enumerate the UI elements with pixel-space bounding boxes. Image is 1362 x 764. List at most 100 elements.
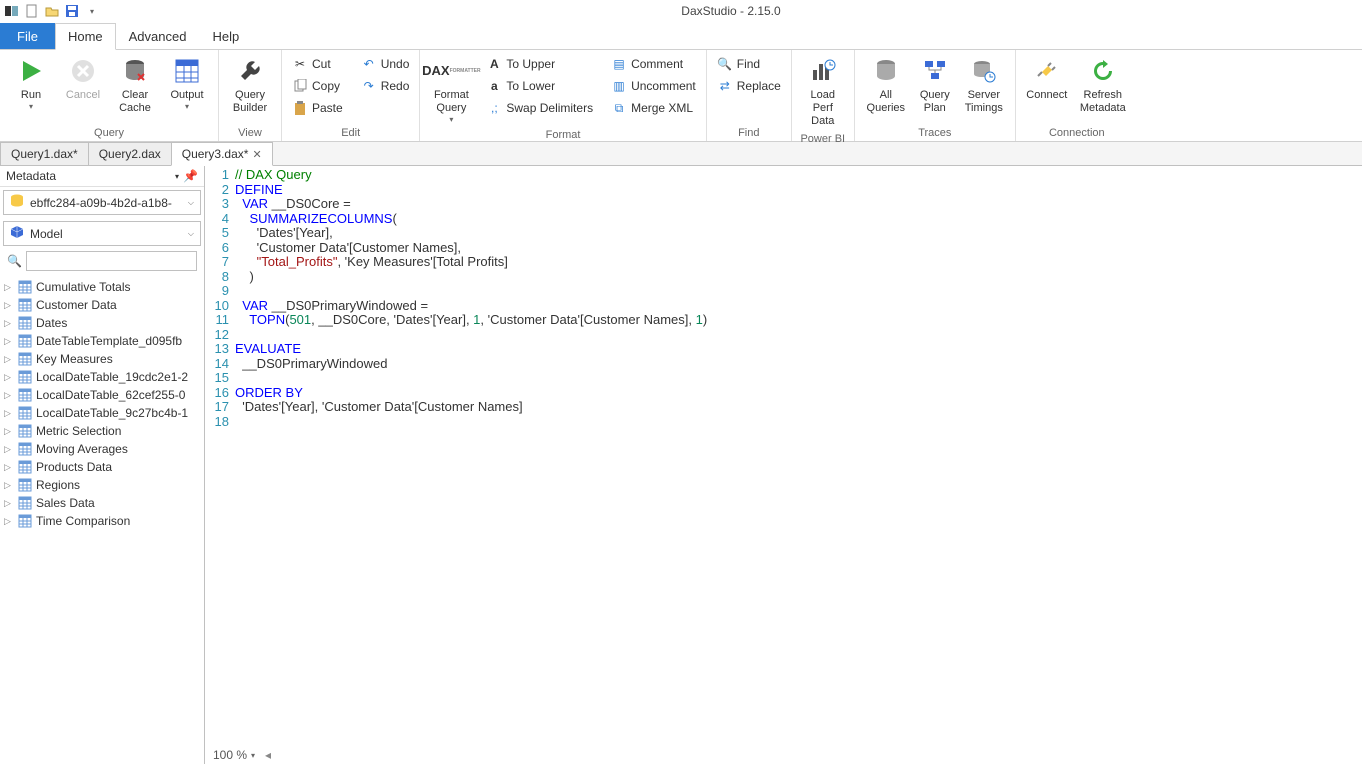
copy-button[interactable]: Copy [288,75,347,97]
format-query-button[interactable]: DAXFORMATTER Format Query ▾ [426,53,476,127]
comment-button[interactable]: ▤Comment [607,53,700,75]
run-button[interactable]: Run ▾ [6,53,56,114]
close-icon[interactable]: ✕ [252,148,261,161]
cube-icon [10,225,24,242]
find-button[interactable]: 🔍Find [713,53,785,75]
table-item[interactable]: ▷Key Measures [0,350,204,368]
metadata-search: 🔍 [3,249,201,273]
server-timings-button[interactable]: Server Timings [959,53,1009,117]
output-button[interactable]: Output ▾ [162,53,212,114]
dropdown-icon[interactable]: ▾ [175,172,179,181]
table-item[interactable]: ▷Cumulative Totals [0,278,204,296]
cut-button[interactable]: ✂Cut [288,53,347,75]
group-label: Edit [288,125,413,141]
redo-button[interactable]: ↷Redo [357,75,414,97]
table-item[interactable]: ▷Metric Selection [0,422,204,440]
expander-icon[interactable]: ▷ [4,516,14,527]
all-queries-button[interactable]: All Queries [861,53,911,117]
tab-advanced[interactable]: Advanced [116,23,200,49]
table-item[interactable]: ▷ Sales Data [0,494,204,512]
qat-new-icon[interactable] [24,3,40,19]
table-item[interactable]: ▷Regions [0,476,204,494]
grid-icon [171,55,203,87]
table-item[interactable]: ▷ Customer Data [0,296,204,314]
expander-icon[interactable]: ▷ [4,300,14,311]
query-builder-button[interactable]: Query Builder [225,53,275,117]
tab-help[interactable]: Help [199,23,252,49]
zoom-indicator[interactable]: 100 % ▾ ◂ [205,746,1362,764]
expander-icon[interactable]: ▷ [4,282,14,293]
table-item[interactable]: ▷DateTableTemplate_d095fb [0,332,204,350]
plan-icon [919,55,951,87]
pin-icon[interactable]: 📌 [183,169,198,183]
ribbon-group-find: 🔍Find ⇄Replace Find [707,50,792,141]
expander-icon[interactable]: ▷ [4,372,14,383]
refresh-metadata-button[interactable]: Refresh Metadata [1074,53,1132,117]
expander-icon[interactable]: ▷ [4,336,14,347]
code-content[interactable]: // DAX QueryDEFINE VAR __DS0Core = SUMMA… [235,168,1362,746]
database-selector[interactable]: ebffc284-a09b-4b2d-a1b8- ⌵ [3,190,201,215]
load-perf-button[interactable]: Load Perf Data [798,53,848,131]
letter-a-lower-icon: a [486,78,502,94]
editor-panel: 123456789101112131415161718 // DAX Query… [205,166,1362,764]
expander-icon[interactable]: ▷ [4,354,14,365]
table-name: Sales Data [36,496,95,510]
table-item[interactable]: ▷LocalDateTable_19cdc2e1-2 [0,368,204,386]
expander-icon[interactable]: ▷ [4,318,14,329]
table-icon [18,496,32,510]
expander-icon[interactable]: ▷ [4,444,14,455]
expander-icon[interactable]: ▷ [4,408,14,419]
expander-icon[interactable]: ▷ [4,390,14,401]
document-tabs: Query1.dax* Query2.dax Query3.dax*✕ [0,142,1362,166]
to-lower-button[interactable]: aTo Lower [482,75,597,97]
connect-button[interactable]: Connect [1022,53,1072,104]
swap-delimiters-button[interactable]: ,;Swap Delimiters [482,97,597,119]
database-clear-icon [119,55,151,87]
uncomment-button[interactable]: ▥Uncomment [607,75,700,97]
file-menu[interactable]: File [0,23,55,49]
table-item[interactable]: ▷ LocalDateTable_62cef255-0 [0,386,204,404]
undo-button[interactable]: ↶Undo [357,53,414,75]
document-tab-label: Query3.dax* [182,147,249,161]
expander-icon[interactable]: ▷ [4,480,14,491]
redo-icon: ↷ [361,78,377,94]
expander-icon[interactable]: ▷ [4,462,14,473]
table-name: LocalDateTable_62cef255-0 [36,388,185,402]
ribbon-group-connection: Connect Refresh Metadata Connection [1016,50,1138,141]
to-upper-button[interactable]: ATo Upper [482,53,597,75]
query-plan-button[interactable]: Query Plan [913,53,957,117]
clear-cache-button[interactable]: Clear Cache [110,53,160,117]
table-item[interactable]: ▷Time Comparison [0,512,204,530]
qat-dropdown-icon[interactable]: ▾ [84,3,100,19]
table-icon [18,406,32,420]
merge-xml-button[interactable]: ⧉Merge XML [607,97,700,119]
expander-icon[interactable]: ▷ [4,426,14,437]
table-item[interactable]: ▷LocalDateTable_9c27bc4b-1 [0,404,204,422]
scroll-left-icon[interactable]: ◂ [265,748,271,762]
format-query-label: Format Query [428,89,474,115]
model-selector[interactable]: Model ⌵ [3,221,201,246]
plug-icon [1031,55,1063,87]
table-name: Products Data [36,460,112,474]
document-tab[interactable]: Query2.dax [88,142,172,165]
document-tab[interactable]: Query3.dax*✕ [171,142,273,166]
paste-button[interactable]: Paste [288,97,347,119]
table-item[interactable]: ▷ Products Data [0,458,204,476]
cancel-button[interactable]: Cancel [58,53,108,104]
metadata-header: Metadata ▾ 📌 [0,166,204,187]
expander-icon[interactable]: ▷ [4,498,14,509]
ribbon-group-view: Query Builder View [219,50,282,141]
qat-open-icon[interactable] [44,3,60,19]
document-tab-label: Query2.dax [99,147,161,161]
table-item[interactable]: ▷Moving Averages [0,440,204,458]
document-tab[interactable]: Query1.dax* [0,142,89,165]
search-input[interactable] [26,251,197,271]
table-item[interactable]: ▷Dates [0,314,204,332]
uncomment-icon: ▥ [611,78,627,94]
tab-home[interactable]: Home [55,23,116,50]
table-name: Customer Data [36,298,117,312]
replace-button[interactable]: ⇄Replace [713,75,785,97]
qat-save-icon[interactable] [64,3,80,19]
code-editor[interactable]: 123456789101112131415161718 // DAX Query… [205,166,1362,746]
cancel-icon [67,55,99,87]
